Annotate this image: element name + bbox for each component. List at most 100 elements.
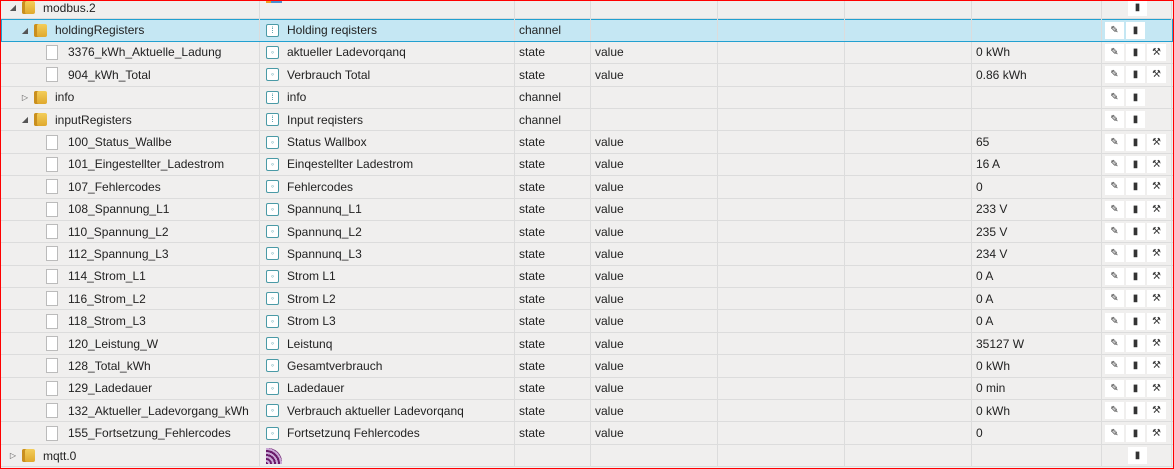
function-cell <box>845 422 972 444</box>
tree-row[interactable]: ▷ info ⁞ info channel ✎ ▮ <box>1 86 1173 109</box>
delete-button[interactable]: ▮ <box>1126 223 1145 241</box>
delete-button[interactable]: ▮ <box>1126 21 1145 39</box>
delete-button[interactable]: ▮ <box>1126 178 1145 196</box>
room-cell <box>718 444 845 467</box>
edit-button[interactable]: ✎ <box>1105 21 1124 39</box>
tree-row[interactable]: 3376_kWh_Aktuelle_Ladung ◦ aktueller Ladev… <box>1 41 1173 65</box>
edit-button[interactable]: ✎ <box>1105 335 1124 353</box>
delete-button[interactable]: ▮ <box>1126 357 1145 375</box>
settings-button[interactable]: ⚒ <box>1147 402 1166 420</box>
edit-button[interactable]: ✎ <box>1105 290 1124 308</box>
delete-button[interactable]: ▮ <box>1126 155 1145 173</box>
settings-button[interactable]: ⚒ <box>1147 357 1166 375</box>
delete-button[interactable]: ▮ <box>1126 88 1145 106</box>
edit-button[interactable]: ✎ <box>1105 312 1124 330</box>
tree-row[interactable]: 904_kWh_Total ◦ Verbrauch Total state value 0… <box>1 64 1173 87</box>
actions-cell: ✎ ▮ ⚒ <box>1102 41 1172 64</box>
delete-button[interactable]: ▮ <box>1126 133 1145 151</box>
state-icon: ◦ <box>266 225 279 239</box>
expand-toggle[interactable]: ◢ <box>19 26 31 35</box>
tree-row[interactable]: 118_Strom_L3 ◦ Strom L3 state value 0 A ✎ ▮ ⚒ <box>1 310 1173 333</box>
edit-button[interactable]: ✎ <box>1105 267 1124 285</box>
edit-button[interactable]: ✎ <box>1105 245 1124 263</box>
tree-row[interactable]: 132_Aktueller_Ladevorgang_kWh ◦ Verbrauch … <box>1 400 1173 423</box>
settings-button[interactable]: ⚒ <box>1147 155 1166 173</box>
edit-button[interactable]: ✎ <box>1105 402 1124 420</box>
delete-button[interactable]: ▮ <box>1126 66 1145 84</box>
tree-row[interactable]: 120_Leistung_W ◦ Leistunq state value 35127 W… <box>1 332 1173 356</box>
name-cell: ◦ Fehlercodes <box>260 176 515 198</box>
function-cell <box>845 377 972 400</box>
settings-button[interactable]: ⚒ <box>1147 267 1166 285</box>
settings-button[interactable]: ⚒ <box>1147 335 1166 353</box>
object-id: holdingRegisters <box>55 23 145 38</box>
tree-row[interactable]: ◢ modbus.2 ▮ <box>1 0 1173 20</box>
delete-button[interactable]: ▮ <box>1126 111 1145 129</box>
settings-button[interactable]: ⚒ <box>1147 43 1166 61</box>
settings-button[interactable]: ⚒ <box>1147 223 1166 241</box>
settings-button[interactable]: ⚒ <box>1147 379 1166 397</box>
edit-button[interactable]: ✎ <box>1105 357 1124 375</box>
expand-toggle[interactable]: ◢ <box>19 115 31 124</box>
room-cell <box>718 131 845 153</box>
expand-toggle[interactable]: ▷ <box>7 451 19 460</box>
tree-row[interactable]: 108_Spannung_L1 ◦ Spannunq_L1 state value 233… <box>1 198 1173 221</box>
tree-row[interactable]: ◢ holdingRegisters ⁞ Holding reqisters chann… <box>1 19 1173 42</box>
object-id: 108_Spannung_L1 <box>68 202 170 217</box>
function-cell <box>845 198 972 220</box>
settings-button[interactable]: ⚒ <box>1147 200 1166 218</box>
value-cell: 0 kWh <box>972 41 1102 64</box>
tree-row[interactable]: 155_Fortsetzung_Fehlercodes ◦ Fortsetzunq … <box>1 422 1173 445</box>
delete-button[interactable]: ▮ <box>1126 335 1145 353</box>
tree-row[interactable]: 101_Eingestellter_Ladestrom ◦ Einqestellte… <box>1 153 1173 177</box>
delete-button[interactable]: ▮ <box>1126 424 1145 442</box>
tree-row[interactable]: 107_Fehlercodes ◦ Fehlercodes state value 0 ✎ ▮… <box>1 176 1173 199</box>
expand-toggle[interactable]: ▷ <box>19 93 31 102</box>
tree-row[interactable]: 110_Spannung_L2 ◦ Spannunq_L2 state value 235… <box>1 220 1173 244</box>
state-icon: ◦ <box>266 426 279 440</box>
delete-button[interactable]: ▮ <box>1128 1 1147 17</box>
tree-row[interactable]: 116_Strom_L2 ◦ Strom L2 state value 0 A ✎ ▮ ⚒ <box>1 288 1173 311</box>
edit-button[interactable]: ✎ <box>1105 155 1124 173</box>
delete-button[interactable]: ▮ <box>1126 43 1145 61</box>
delete-button[interactable]: ▮ <box>1126 245 1145 263</box>
settings-button[interactable]: ⚒ <box>1147 66 1166 84</box>
settings-button[interactable]: ⚒ <box>1147 290 1166 308</box>
settings-button[interactable]: ⚒ <box>1147 133 1166 151</box>
tree-row[interactable]: 100_Status_Wallbe ◦ Status Wallbox state val… <box>1 131 1173 154</box>
edit-button[interactable]: ✎ <box>1105 43 1124 61</box>
tree-row[interactable]: 129_Ladedauer ◦ Ladedauer state value 0 min ✎ ▮… <box>1 377 1173 401</box>
expand-toggle[interactable]: ◢ <box>7 3 19 12</box>
settings-button[interactable]: ⚒ <box>1147 312 1166 330</box>
delete-button[interactable]: ▮ <box>1128 447 1147 464</box>
edit-button[interactable]: ✎ <box>1105 178 1124 196</box>
tree-row[interactable]: ◢ inputRegisters ⁞ Input reqisters channel ✎ ▮ <box>1 108 1173 132</box>
file-icon <box>46 336 58 352</box>
delete-button[interactable]: ▮ <box>1126 312 1145 330</box>
tree-row[interactable]: 112_Spannung_L3 ◦ Spannunq_L3 state value 234… <box>1 243 1173 266</box>
tree-row[interactable]: 114_Strom_L1 ◦ Strom L1 state value 0 A ✎ ▮ ⚒ <box>1 265 1173 289</box>
edit-button[interactable]: ✎ <box>1105 66 1124 84</box>
actions-cell: ✎ ▮ ⚒ <box>1102 400 1172 422</box>
delete-button[interactable]: ▮ <box>1126 267 1145 285</box>
edit-button[interactable]: ✎ <box>1105 88 1124 106</box>
settings-button[interactable]: ⚒ <box>1147 178 1166 196</box>
delete-button[interactable]: ▮ <box>1126 200 1145 218</box>
state-icon: ◦ <box>266 292 279 306</box>
settings-button[interactable]: ⚒ <box>1147 424 1166 442</box>
edit-button[interactable]: ✎ <box>1105 424 1124 442</box>
tree-row[interactable]: 128_Total_kWh ◦ Gesamtverbrauch state value 0… <box>1 355 1173 378</box>
room-cell <box>718 355 845 377</box>
edit-button[interactable]: ✎ <box>1105 111 1124 129</box>
edit-button[interactable]: ✎ <box>1105 133 1124 151</box>
edit-button[interactable]: ✎ <box>1105 379 1124 397</box>
edit-button[interactable]: ✎ <box>1105 223 1124 241</box>
tree-row[interactable]: ▷ mqtt.0 ▮ <box>1 444 1173 468</box>
settings-button[interactable]: ⚒ <box>1147 245 1166 263</box>
delete-button[interactable]: ▮ <box>1126 379 1145 397</box>
delete-button[interactable]: ▮ <box>1126 402 1145 420</box>
object-id: modbus.2 <box>43 0 96 15</box>
edit-button[interactable]: ✎ <box>1105 200 1124 218</box>
delete-button[interactable]: ▮ <box>1126 290 1145 308</box>
object-name: Strom L1 <box>287 269 336 284</box>
